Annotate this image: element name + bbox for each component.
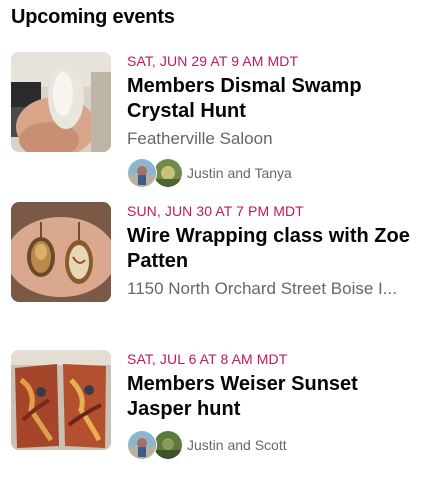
attendees-text: Justin and Tanya bbox=[187, 165, 292, 181]
event-location: 1150 North Orchard Street Boise I... bbox=[127, 279, 397, 298]
avatar bbox=[153, 430, 183, 460]
avatar bbox=[153, 158, 183, 188]
avatar bbox=[127, 158, 157, 188]
attendee-avatars bbox=[127, 430, 183, 460]
avatar bbox=[127, 430, 157, 460]
event-location: Featherville Saloon bbox=[127, 129, 273, 148]
event-date: SAT, JUN 29 AT 9 AM MDT bbox=[127, 53, 299, 69]
event-thumbnail[interactable] bbox=[11, 350, 111, 450]
event-name[interactable]: Members Dismal Swamp Crystal Hunt bbox=[127, 74, 427, 124]
attendee-avatars bbox=[127, 158, 183, 188]
event-thumbnail[interactable] bbox=[11, 52, 111, 152]
going-row: Justin and Scott bbox=[127, 430, 427, 460]
going-row: Justin and Tanya bbox=[127, 158, 427, 188]
event-name[interactable]: Wire Wrapping class with Zoe Patten bbox=[127, 224, 427, 274]
event-date: SAT, JUL 6 AT 8 AM MDT bbox=[127, 351, 288, 367]
event-date: SUN, JUN 30 AT 7 PM MDT bbox=[127, 203, 304, 219]
attendees-text: Justin and Scott bbox=[187, 437, 287, 453]
event-name[interactable]: Members Weiser Sunset Jasper hunt bbox=[127, 372, 427, 422]
event-thumbnail[interactable] bbox=[11, 202, 111, 302]
section-title: Upcoming events bbox=[11, 6, 175, 28]
